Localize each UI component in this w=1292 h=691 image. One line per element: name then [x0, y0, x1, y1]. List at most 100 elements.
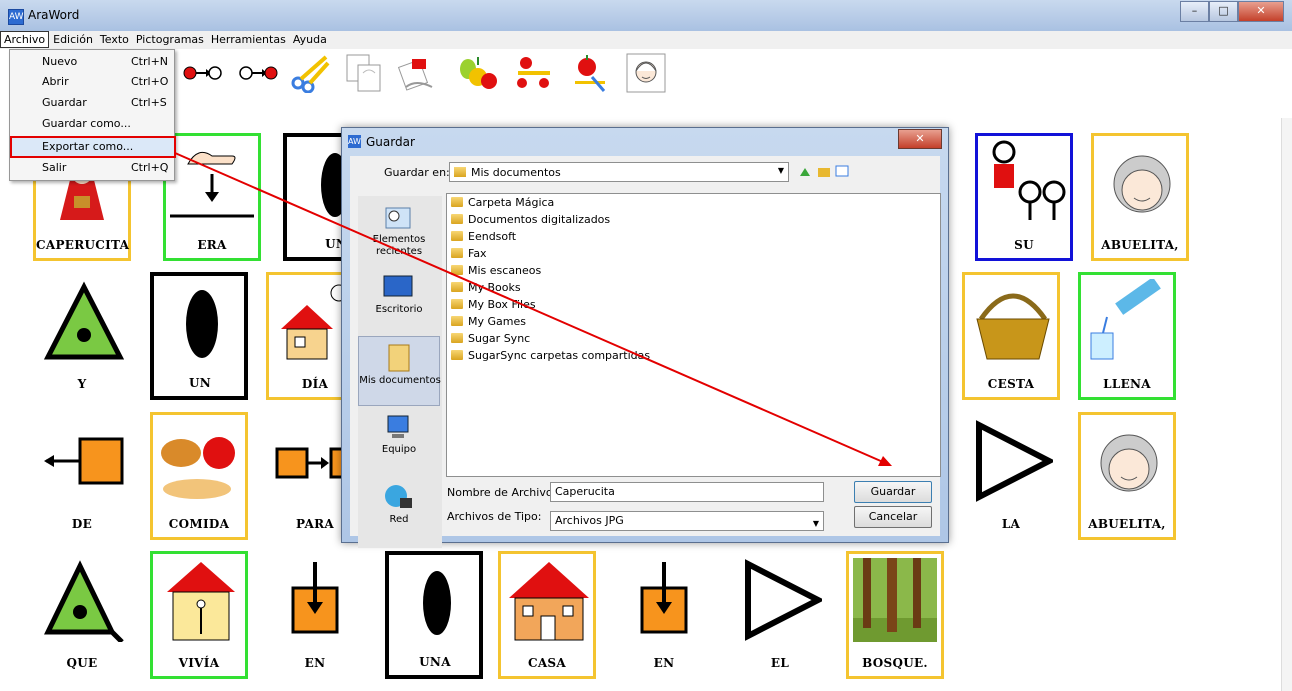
arrow-left-square-icon: [44, 437, 124, 485]
card-y[interactable]: Y: [33, 272, 131, 400]
my-documents-icon: [388, 344, 410, 372]
vertical-scrollbar[interactable]: [1281, 118, 1292, 691]
save-in-combo[interactable]: Mis documentos ▼: [449, 162, 789, 182]
card-word: LLENA: [1103, 377, 1151, 391]
paste-icon[interactable]: [398, 53, 438, 93]
place-desktop[interactable]: Escritorio: [358, 266, 440, 336]
folder-item[interactable]: Carpeta Mágica: [451, 196, 554, 213]
chevron-down-icon: ▼: [777, 166, 784, 175]
folder-item[interactable]: My Games: [451, 315, 526, 332]
file-list[interactable]: Carpeta Mágica Documentos digitalizados …: [446, 193, 941, 477]
minimize-button[interactable]: –: [1180, 1, 1209, 22]
folder-item[interactable]: SugarSync carpetas compartidas: [451, 349, 650, 366]
menu-item-abrir[interactable]: Abrir Ctrl+O: [10, 72, 174, 92]
folder-item[interactable]: Mis escaneos: [451, 264, 541, 281]
desktop-icon: [383, 275, 413, 297]
folder-icon: [451, 350, 463, 360]
card-abuelita-2[interactable]: ABUELITA,: [1078, 412, 1176, 540]
menu-item-nuevo[interactable]: Nuevo Ctrl+N: [10, 52, 174, 72]
folder-item[interactable]: My Books: [451, 281, 521, 298]
menu-item-guardar[interactable]: Guardar Ctrl+S: [10, 93, 174, 113]
scissors-icon[interactable]: [290, 53, 330, 93]
folder-item[interactable]: Documentos digitalizados: [451, 213, 610, 230]
card-vivia[interactable]: VIVÍA: [150, 551, 248, 679]
card-su[interactable]: SU: [975, 133, 1073, 261]
folder-icon: [451, 214, 463, 224]
circle-arrow-circle-filled-icon[interactable]: [182, 53, 222, 93]
folder-nav-icons[interactable]: [798, 162, 852, 180]
card-word: CESTA: [987, 377, 1035, 391]
card-comida[interactable]: COMIDA: [150, 412, 248, 540]
card-word: CASA: [527, 656, 567, 670]
dialog-close-button[interactable]: ✕: [898, 129, 942, 149]
filename-input[interactable]: Caperucita: [550, 482, 824, 502]
place-my-documents[interactable]: Mis documentos: [358, 336, 441, 406]
chevron-down-icon: ▼: [812, 519, 819, 528]
fruits-icon[interactable]: [458, 53, 498, 93]
menu-edicion[interactable]: Edición: [50, 32, 96, 47]
apple-pencil-icon[interactable]: [570, 53, 610, 93]
window-controls: – □ ✕: [1180, 1, 1284, 22]
menu-pictogramas[interactable]: Pictogramas: [133, 32, 207, 47]
menu-herramientas[interactable]: Herramientas: [208, 32, 289, 47]
maximize-button[interactable]: □: [1209, 1, 1238, 22]
card-word: EL: [770, 656, 790, 670]
folder-icon: [454, 167, 466, 177]
folder-item[interactable]: Eendsoft: [451, 230, 516, 247]
folder-icon: [451, 333, 463, 343]
arrow-down-box-icon: [291, 562, 339, 634]
card-de[interactable]: DE: [33, 412, 131, 540]
card-un[interactable]: UN: [150, 272, 248, 400]
title-bar: AW AraWord – □ ✕: [0, 0, 1292, 31]
menu-texto[interactable]: Texto: [97, 32, 132, 47]
folder-icon: [451, 282, 463, 292]
save-in-label: Guardar en:: [384, 166, 450, 179]
card-word: QUE: [66, 656, 98, 670]
dialog-title: Guardar: [366, 135, 415, 149]
menu-item-guardar-como[interactable]: Guardar como...: [10, 114, 174, 134]
cancel-button[interactable]: Cancelar: [854, 506, 932, 528]
copy-icon[interactable]: [344, 53, 384, 93]
card-word: EN: [653, 656, 675, 670]
place-network[interactable]: Red: [358, 476, 440, 546]
apples-icon[interactable]: [514, 53, 554, 93]
card-llena[interactable]: LLENA: [1078, 272, 1176, 400]
place-recent[interactable]: Elementos recientes: [358, 196, 440, 266]
hand-down-arrow-icon: [170, 151, 254, 218]
arrow-down-box-icon: [640, 562, 688, 634]
pouring-water-icon: [1090, 279, 1161, 360]
card-word: BOSQUE.: [862, 656, 928, 670]
card-en-2[interactable]: EN: [615, 551, 713, 679]
family-icon: [992, 140, 1066, 220]
card-word: SU: [1014, 238, 1034, 252]
save-button[interactable]: Guardar: [854, 481, 932, 503]
file-menu-dropdown: Nuevo Ctrl+N Abrir Ctrl+O Guardar Ctrl+S Gu…: [9, 49, 176, 181]
highlight-box: [10, 136, 176, 158]
araword-window: AW AraWord – □ ✕ Archivo Edición Texto Pict…: [0, 0, 1292, 691]
circle-arrow-circle-outline-icon[interactable]: [238, 53, 278, 93]
face-icon[interactable]: [626, 53, 666, 93]
folder-item[interactable]: Sugar Sync: [451, 332, 530, 349]
close-button[interactable]: ✕: [1238, 1, 1284, 22]
filetype-select[interactable]: Archivos JPG ▼: [550, 511, 824, 531]
folder-item[interactable]: My Box Files: [451, 298, 536, 315]
card-una-2[interactable]: UNA: [385, 551, 483, 679]
menu-item-salir[interactable]: Salir Ctrl+Q: [10, 158, 174, 178]
menu-archivo[interactable]: Archivo: [0, 31, 50, 48]
card-que[interactable]: QUE: [33, 551, 131, 679]
place-computer[interactable]: Equipo: [358, 406, 440, 476]
triangle-dot-tail-icon: [44, 560, 124, 642]
card-bosque[interactable]: BOSQUE.: [846, 551, 944, 679]
card-en-1[interactable]: EN: [266, 551, 364, 679]
card-casa[interactable]: CASA: [498, 551, 596, 679]
card-abuelita-1[interactable]: ABUELITA,: [1091, 133, 1189, 261]
card-la[interactable]: LA: [962, 412, 1060, 540]
triangle-outline-icon: [976, 420, 1053, 502]
food-icon: [161, 437, 235, 499]
card-el[interactable]: EL: [731, 551, 829, 679]
card-cesta[interactable]: CESTA: [962, 272, 1060, 400]
card-word: UNA: [419, 655, 451, 669]
folder-item[interactable]: Fax: [451, 247, 487, 264]
menu-ayuda[interactable]: Ayuda: [290, 32, 330, 47]
card-era[interactable]: ERA: [163, 133, 261, 261]
